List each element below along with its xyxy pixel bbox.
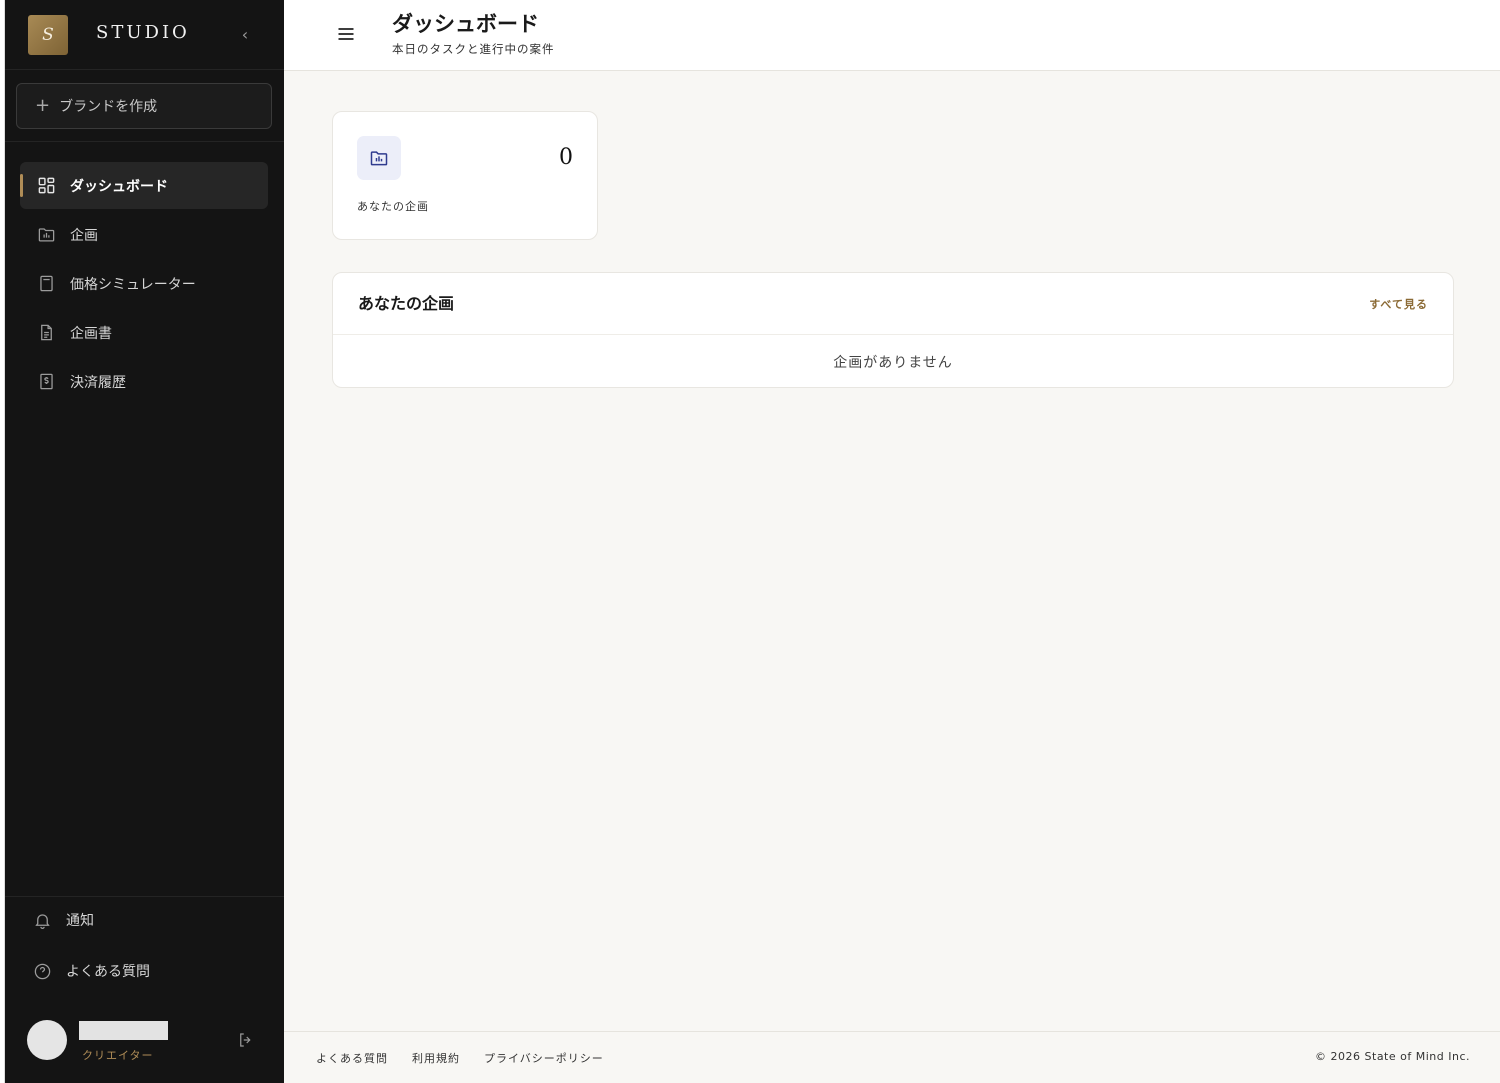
sidebar-item-proposals[interactable]: 企画書 (20, 309, 268, 356)
footer-link-faq[interactable]: よくある質問 (316, 1050, 388, 1066)
sidebar-nav: ダッシュボード 企画 価格シミュレーター 企画書 決済履歴 (20, 162, 268, 407)
user-profile: クリエイター (5, 1010, 284, 1070)
sidebar-item-payment-history[interactable]: 決済履歴 (20, 358, 268, 405)
footer-links: よくある質問 利用規約 プライバシーポリシー (316, 1050, 604, 1066)
sidebar-item-price-simulator[interactable]: 価格シミュレーター (20, 260, 268, 307)
folder-chart-icon (36, 225, 56, 245)
calculator-icon (36, 274, 56, 294)
page-title: ダッシュボード (392, 11, 539, 36)
sidebar-item-label: よくある質問 (66, 964, 150, 980)
copyright: © 2026 State of Mind Inc. (1315, 1050, 1470, 1063)
help-circle-icon (32, 961, 52, 981)
empty-state-message: 企画がありません (833, 355, 953, 371)
create-brand-button[interactable]: + ブランドを作成 (16, 83, 272, 129)
footer-link-terms[interactable]: 利用規約 (412, 1050, 460, 1066)
sidebar-item-faq[interactable]: よくある質問 (20, 949, 268, 993)
sidebar-item-label: 通知 (66, 913, 94, 929)
divider (5, 896, 284, 897)
sidebar-item-notifications[interactable]: 通知 (20, 898, 268, 942)
avatar[interactable] (27, 1020, 67, 1060)
plans-stat-card[interactable]: 0 あなたの企画 (332, 111, 598, 240)
document-icon (36, 323, 56, 343)
brand-header: S STUDIO ‹ (5, 0, 284, 70)
sidebar-item-dashboard[interactable]: ダッシュボード (20, 162, 268, 209)
user-role: クリエイター (82, 1049, 154, 1062)
dollar-receipt-icon (36, 372, 56, 392)
plans-stat-label: あなたの企画 (357, 200, 429, 213)
bell-icon (32, 910, 52, 930)
brand-name: STUDIO (96, 22, 190, 43)
sidebar-item-label: 決済履歴 (70, 374, 126, 391)
chevron-left-icon[interactable]: ‹ (236, 24, 254, 46)
folder-chart-icon (357, 136, 401, 180)
brand-logo[interactable]: S (28, 15, 68, 55)
plans-count: 0 (559, 145, 573, 170)
user-name-redacted (79, 1021, 168, 1040)
sidebar-item-label: 企画書 (70, 325, 112, 342)
page-subtitle: 本日のタスクと進行中の案件 (392, 42, 555, 56)
app-root: S STUDIO ‹ + ブランドを作成 ダッシュボード 企画 価格シミュレータ… (0, 0, 1500, 1083)
sidebar: S STUDIO ‹ + ブランドを作成 ダッシュボード 企画 価格シミュレータ… (5, 0, 284, 1083)
plans-panel: あなたの企画 すべて見る 企画がありません (332, 272, 1454, 388)
divider (5, 141, 284, 142)
grid-icon (36, 176, 56, 196)
sidebar-item-label: ダッシュボード (70, 178, 168, 195)
sidebar-item-label: 価格シミュレーター (70, 276, 196, 293)
plans-panel-title: あなたの企画 (358, 294, 455, 313)
top-bar: ダッシュボード 本日のタスクと進行中の案件 (284, 0, 1500, 71)
hamburger-menu-icon[interactable] (336, 24, 356, 44)
sidebar-item-plans[interactable]: 企画 (20, 211, 268, 258)
logout-icon[interactable] (236, 1030, 256, 1050)
sidebar-item-label: 企画 (70, 227, 98, 244)
create-brand-label: ブランドを作成 (59, 99, 158, 115)
view-all-link[interactable]: すべて見る (1369, 296, 1428, 312)
plans-panel-header: あなたの企画 すべて見る (333, 273, 1453, 335)
sidebar-bottom-links: 通知 よくある質問 (20, 898, 268, 1000)
footer: よくある質問 利用規約 プライバシーポリシー © 2026 State of M… (284, 1031, 1500, 1083)
plus-icon: + (35, 95, 51, 116)
footer-link-privacy[interactable]: プライバシーポリシー (484, 1050, 604, 1066)
main-content: ダッシュボード 本日のタスクと進行中の案件 0 あなたの企画 あなたの企画 すべ… (284, 0, 1500, 1083)
